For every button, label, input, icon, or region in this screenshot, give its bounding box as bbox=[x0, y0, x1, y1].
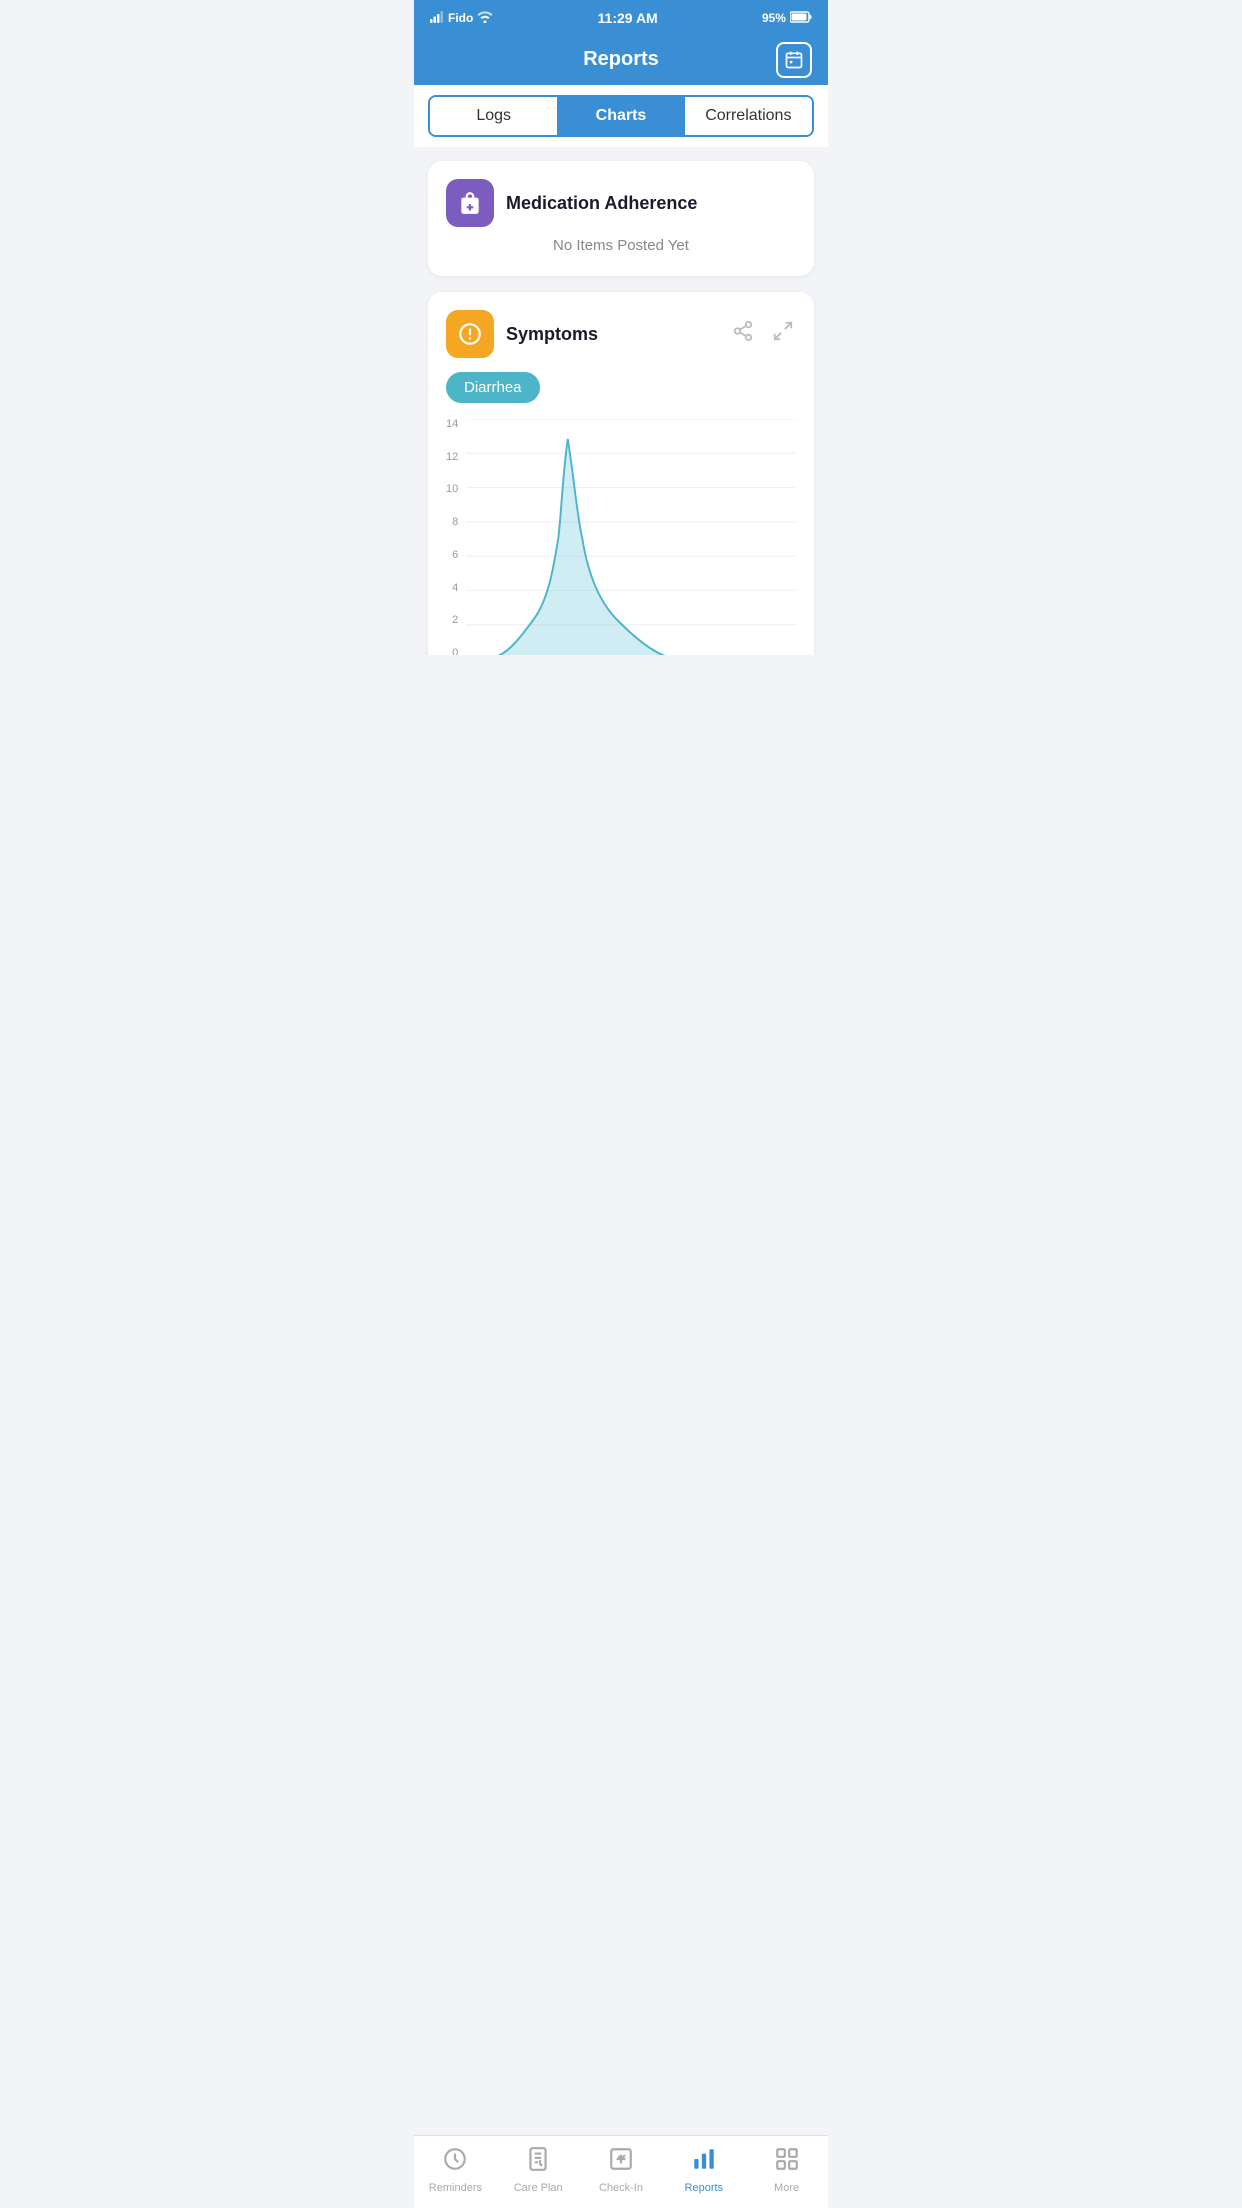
nav-checkin-label: Check-In bbox=[599, 2182, 643, 2194]
battery-percent: 95% bbox=[762, 11, 786, 25]
chart-area: 14 12 10 8 6 4 2 0 bbox=[446, 419, 796, 655]
carrier-label: Fido bbox=[448, 11, 473, 25]
calendar-button[interactable] bbox=[776, 42, 812, 78]
page-title: Reports bbox=[583, 48, 659, 71]
symptom-tags: Diarrhea bbox=[446, 372, 796, 403]
signal-icon bbox=[430, 11, 444, 26]
wifi-icon bbox=[477, 11, 493, 26]
reminders-icon bbox=[442, 2146, 468, 2178]
status-left: Fido bbox=[430, 11, 493, 26]
nav-more[interactable]: More bbox=[745, 2146, 828, 2194]
symptoms-card-actions bbox=[730, 318, 796, 350]
status-bar: Fido 11:29 AM 95% bbox=[414, 0, 828, 36]
bottom-nav: Reminders Care Plan Check-In bbox=[414, 2135, 828, 2208]
status-time: 11:29 AM bbox=[598, 10, 658, 26]
medication-empty-message: No Items Posted Yet bbox=[446, 227, 796, 258]
status-right: 95% bbox=[762, 11, 812, 26]
battery-icon bbox=[790, 11, 812, 26]
symptoms-chart: 14 12 10 8 6 4 2 0 bbox=[446, 419, 796, 655]
nav-reminders[interactable]: Reminders bbox=[414, 2146, 497, 2194]
reports-icon bbox=[691, 2146, 717, 2178]
y-label-8: 8 bbox=[452, 517, 458, 528]
symptom-tag-diarrhea[interactable]: Diarrhea bbox=[446, 372, 540, 403]
tabs: Logs Charts Correlations bbox=[428, 95, 814, 137]
tab-correlations[interactable]: Correlations bbox=[685, 97, 812, 135]
symptoms-card-header: Symptoms bbox=[446, 310, 796, 358]
medication-card-header: Medication Adherence bbox=[446, 179, 796, 227]
y-label-6: 6 bbox=[452, 550, 458, 561]
y-label-4: 4 bbox=[452, 583, 458, 594]
medication-icon bbox=[446, 179, 494, 227]
y-label-10: 10 bbox=[446, 484, 458, 495]
page-header: Reports bbox=[414, 36, 828, 85]
share-button[interactable] bbox=[730, 318, 756, 350]
medication-adherence-card: Medication Adherence No Items Posted Yet bbox=[428, 161, 814, 276]
nav-checkin[interactable]: Check-In bbox=[580, 2146, 663, 2194]
symptoms-icon bbox=[446, 310, 494, 358]
y-label-0: 0 bbox=[452, 648, 458, 655]
tab-logs[interactable]: Logs bbox=[430, 97, 557, 135]
nav-reminders-label: Reminders bbox=[429, 2182, 482, 2194]
y-label-2: 2 bbox=[452, 615, 458, 626]
y-label-12: 12 bbox=[446, 452, 458, 463]
y-axis: 14 12 10 8 6 4 2 0 bbox=[446, 419, 466, 655]
nav-careplan-label: Care Plan bbox=[514, 2182, 563, 2194]
nav-careplan[interactable]: Care Plan bbox=[497, 2146, 580, 2194]
checkin-icon bbox=[608, 2146, 634, 2178]
tabs-container: Logs Charts Correlations bbox=[414, 85, 828, 147]
careplan-icon bbox=[525, 2146, 551, 2178]
chart-svg-wrap bbox=[466, 419, 796, 655]
nav-more-label: More bbox=[774, 2182, 799, 2194]
main-content: Medication Adherence No Items Posted Yet… bbox=[414, 147, 828, 655]
y-label-14: 14 bbox=[446, 419, 458, 430]
nav-reports-label: Reports bbox=[685, 2182, 724, 2194]
tab-charts[interactable]: Charts bbox=[557, 97, 684, 135]
symptoms-card-title: Symptoms bbox=[506, 324, 718, 345]
medication-card-title: Medication Adherence bbox=[506, 193, 796, 214]
nav-reports[interactable]: Reports bbox=[662, 2146, 745, 2194]
symptoms-card: Symptoms bbox=[428, 292, 814, 655]
expand-button[interactable] bbox=[770, 318, 796, 350]
more-icon bbox=[774, 2146, 800, 2178]
